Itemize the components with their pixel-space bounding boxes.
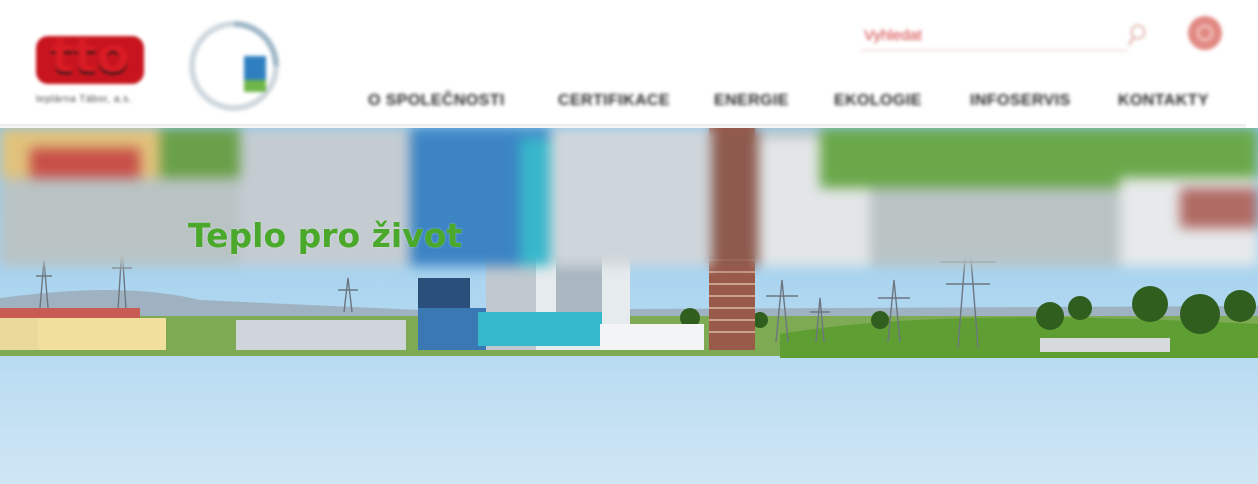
logo-subtitle: teplárna Tábor, a.s. [36,94,132,105]
certificate-logo-graphic [189,21,279,111]
nav-item-o-spolecnosti[interactable]: O SPOLEČNOSTI [368,86,505,116]
main-nav: O SPOLEČNOSTI CERTIFIKACE ENERGIE EKOLOG… [368,86,1228,116]
tto-logo-mark: tto tto [36,28,144,86]
nav-item-energie[interactable]: ENERGIE [714,86,789,116]
company-logo[interactable]: tto tto teplárna Tábor, a.s. [34,26,146,108]
certificate-logo[interactable] [186,20,282,112]
nav-item-infoservis[interactable]: INFOSERVIS [970,86,1071,116]
search-input[interactable] [860,20,1128,51]
nav-item-certifikace[interactable]: CERTIFIKACE [558,86,670,116]
user-icon [1197,25,1213,41]
nav-item-ekologie[interactable]: EKOLOGIE [834,86,922,116]
site-header: tto tto teplárna Tábor, a.s. O SPOLEČNOS… [0,0,1258,128]
user-button[interactable] [1188,16,1222,50]
svg-text:tto: tto [51,28,130,84]
hero-banner: Teplo pro život [0,128,1258,484]
search-bar[interactable] [860,20,1154,54]
search-icon[interactable] [1126,22,1148,48]
hero-slogan: Teplo pro život [188,216,463,255]
nav-item-kontakty[interactable]: KONTAKTY [1118,86,1209,116]
